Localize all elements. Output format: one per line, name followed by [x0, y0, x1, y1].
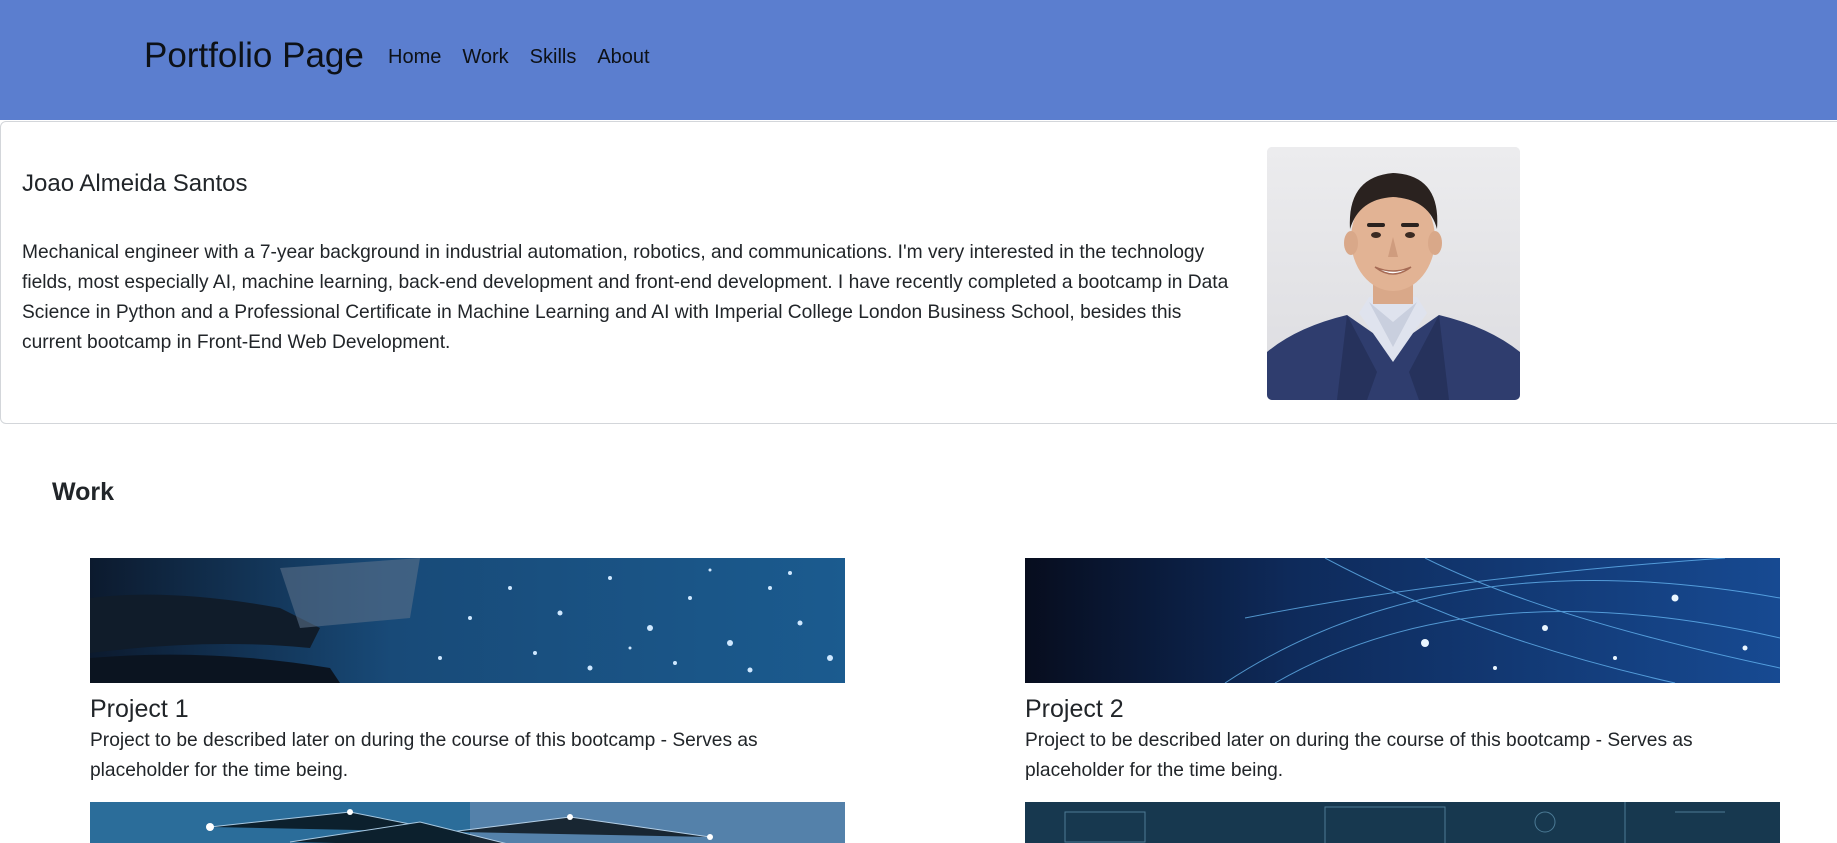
nav-link-work[interactable]: Work: [462, 46, 508, 69]
nav-link-home[interactable]: Home: [388, 46, 441, 69]
hero-card: Joao Almeida Santos Mechanical engineer …: [0, 121, 1837, 424]
project-card-1[interactable]: Project 1 Project to be described later …: [90, 558, 845, 786]
brand-link[interactable]: Portfolio Page: [144, 36, 364, 76]
profile-photo: [1267, 147, 1520, 400]
project-1-description: Project to be described later on during …: [90, 730, 758, 781]
project-1-image: [90, 558, 845, 683]
nav-link-about[interactable]: About: [597, 46, 649, 69]
navbar: Portfolio Page Home Work Skills About: [0, 0, 1837, 120]
work-heading: Work: [52, 478, 115, 506]
project-2-description: Project to be described later on during …: [1025, 730, 1693, 781]
profile-name: Joao Almeida Santos: [22, 170, 248, 197]
project-2-image: [1025, 558, 1780, 683]
project-4-image: [1025, 802, 1780, 843]
profile-bio: Mechanical engineer with a 7-year backgr…: [22, 242, 1229, 353]
project-3-image: [90, 802, 845, 843]
project-card-2[interactable]: Project 2 Project to be described later …: [1025, 558, 1780, 786]
nav-link-skills[interactable]: Skills: [530, 46, 577, 69]
project-1-title: Project 1: [90, 695, 189, 723]
project-2-title: Project 2: [1025, 695, 1124, 723]
nav-links: Home Work Skills About: [388, 46, 671, 69]
